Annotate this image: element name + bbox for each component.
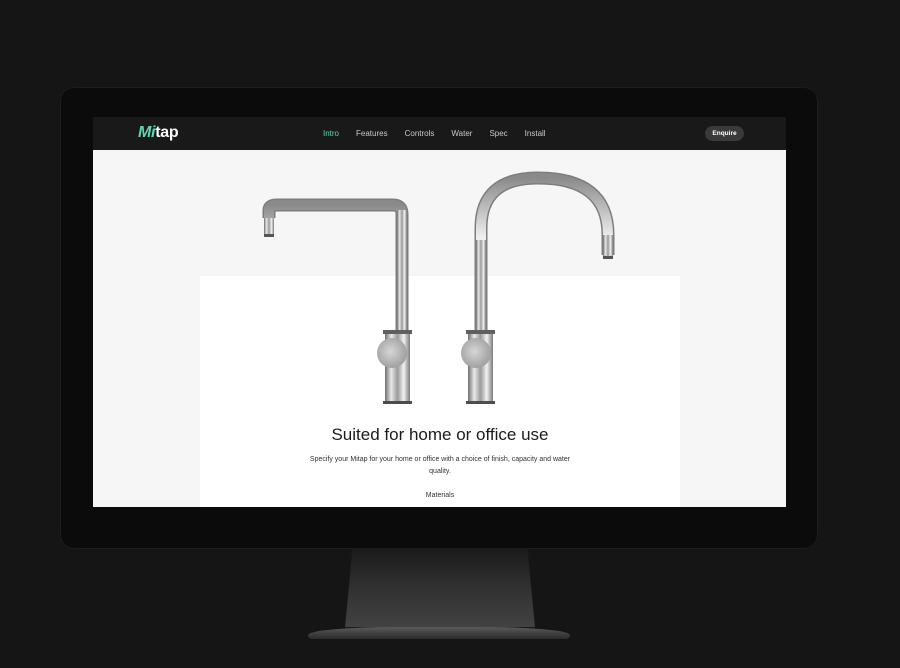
materials-label[interactable]: Materials: [200, 492, 680, 499]
nav-link-spec[interactable]: Spec: [489, 129, 507, 138]
content-body-text: Specify your Mitap for your home or offi…: [309, 456, 571, 475]
monitor-stand-base: [308, 627, 570, 639]
nav-link-controls[interactable]: Controls: [405, 129, 435, 138]
content-heading: Suited for home or office use: [331, 425, 549, 444]
tap-product-image: [262, 171, 615, 404]
mitap-logo[interactable]: Mitap: [138, 124, 179, 142]
nav-link-features[interactable]: Features: [356, 129, 388, 138]
nav-links: Intro Features Controls Water Spec Insta…: [323, 117, 563, 150]
monitor-stand-neck: [345, 548, 535, 628]
square-tap-icon: [262, 198, 412, 404]
logo-suffix: tap: [155, 124, 179, 141]
enquire-button[interactable]: Enquire: [705, 126, 744, 141]
nav-link-intro[interactable]: Intro: [323, 129, 339, 138]
top-navigation-bar: Mitap Intro Features Controls Water Spec…: [93, 117, 786, 150]
nav-link-water[interactable]: Water: [451, 129, 472, 138]
website-screen: Mitap Intro Features Controls Water Spec…: [93, 117, 786, 507]
logo-prefix: Mi: [138, 124, 156, 141]
swan-neck-tap-icon: [461, 171, 615, 404]
nav-link-install[interactable]: Install: [525, 129, 546, 138]
